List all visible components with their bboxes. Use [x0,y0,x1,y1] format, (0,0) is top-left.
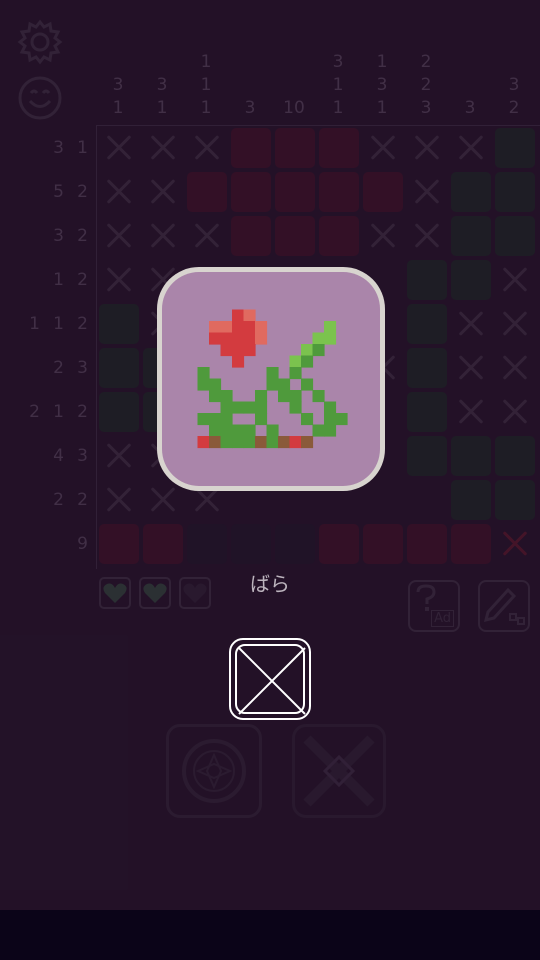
rose-pixel [324,401,337,414]
rose-pixel [243,424,256,437]
close-button-frame [235,644,306,715]
rose-pixel [301,344,314,357]
rose-pixel [278,378,291,391]
rose-pixel [301,355,314,368]
rose-pixel [232,332,245,345]
rose-pixel [266,436,279,449]
rose-pixel [232,309,245,322]
rose-pixel [220,344,233,357]
rose-pixel [289,401,302,414]
rose-pixel [255,332,268,345]
rose-pixel [243,401,256,414]
rose-pixel [255,390,268,403]
rose-pixel [243,332,256,345]
rose-pixel [301,378,314,391]
rose-pixel [232,355,245,368]
rose-pixel [255,401,268,414]
rose-pixel [266,367,279,380]
rose-pixel [266,378,279,391]
rose-pixel [312,332,325,345]
rose-pixel [243,436,256,449]
rose-pixel [289,390,302,403]
close-button[interactable] [229,638,311,720]
rose-pixel [209,378,222,391]
rose-pixel [324,413,337,426]
rose-pixel [220,321,233,334]
rose-pixel [209,332,222,345]
rose-pixel [312,390,325,403]
rose-pixel [232,321,245,334]
rose-pixel [289,436,302,449]
rose-pixel [220,436,233,449]
rose-pixel [335,413,348,426]
rose-pixel [232,401,245,414]
rose-pixel [278,390,291,403]
rose-pixel [278,436,291,449]
rose-pixel [232,424,245,437]
result-image-frame [162,272,380,486]
rose-pixel [312,344,325,357]
rose-pixel-art-icon [197,309,348,449]
rose-pixel [324,332,337,345]
rose-pixel [324,321,337,334]
rose-pixel [232,436,245,449]
rose-pixel [301,436,314,449]
rose-pixel [197,436,210,449]
bottom-navigation-bar [0,910,540,960]
rose-pixel [243,321,256,334]
rose-pixel [209,413,222,426]
result-title: ばら [250,572,290,596]
rose-pixel [289,367,302,380]
rose-pixel [197,378,210,391]
rose-pixel [220,424,233,437]
rose-pixel [197,367,210,380]
rose-pixel [312,424,325,437]
rose-pixel [220,401,233,414]
rose-pixel [266,424,279,437]
close-icon [238,647,306,715]
rose-pixel [301,413,314,426]
rose-pixel [232,344,245,357]
rose-pixel [255,436,268,449]
rose-pixel [209,436,222,449]
rose-pixel [209,424,222,437]
rose-pixel [243,344,256,357]
rose-pixel [220,413,233,426]
rose-pixel [324,424,337,437]
rose-pixel [255,321,268,334]
rose-pixel [220,390,233,403]
rose-pixel [289,355,302,368]
rose-pixel [209,321,222,334]
rose-pixel [209,390,222,403]
rose-pixel [197,413,210,426]
rose-pixel [255,413,268,426]
rose-pixel [220,332,233,345]
result-image-card [157,267,385,491]
rose-pixel [243,309,256,322]
